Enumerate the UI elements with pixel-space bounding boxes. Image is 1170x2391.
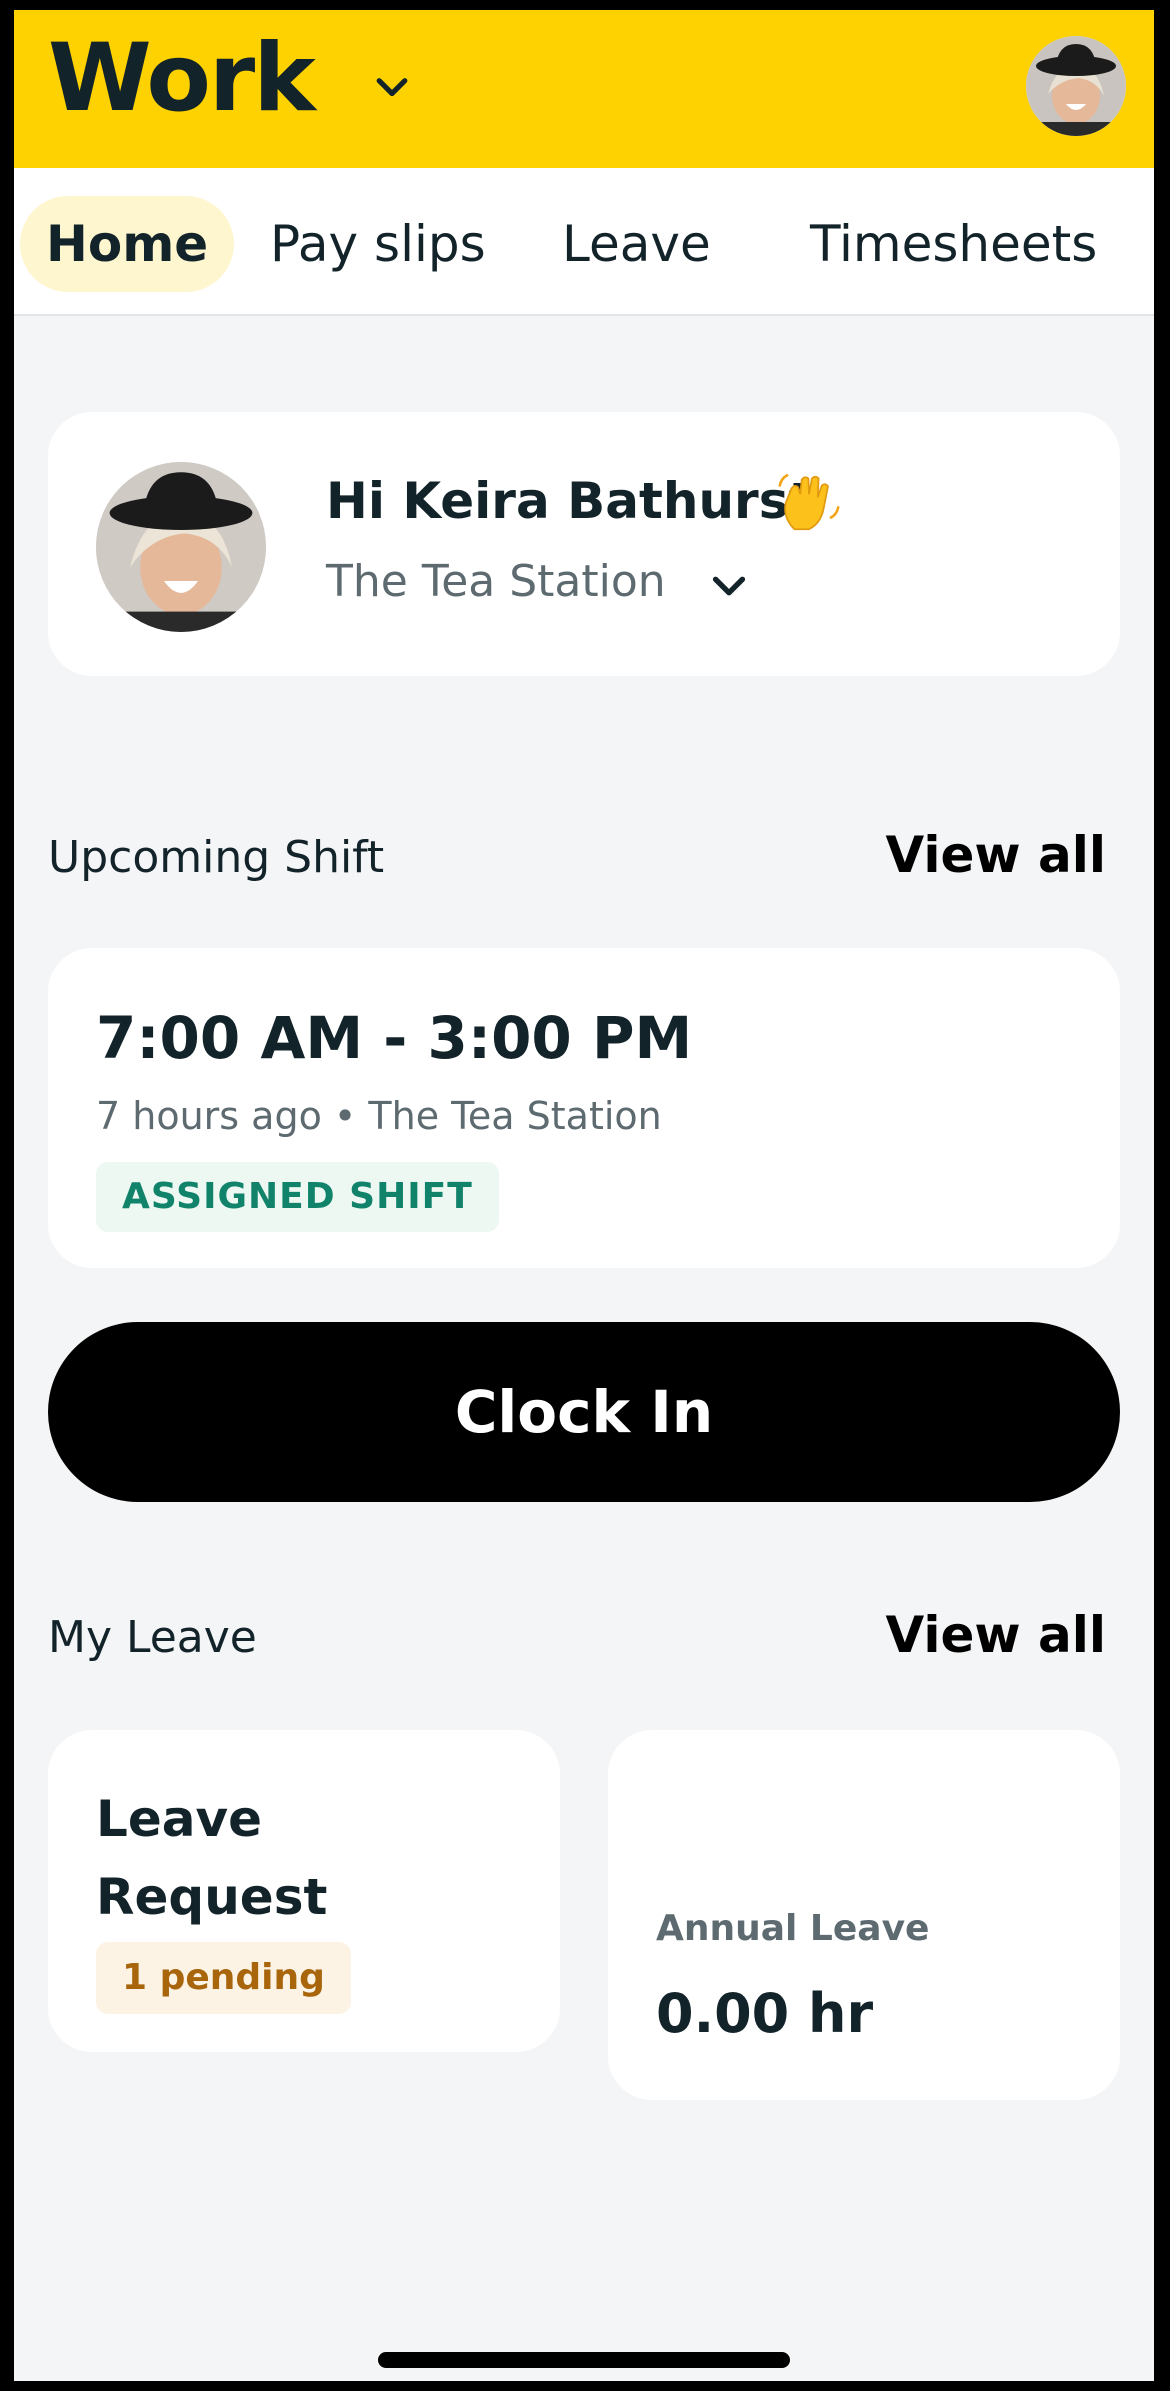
tab-timesheets[interactable]: Timesheets: [810, 196, 1097, 292]
app-header: Work: [14, 10, 1154, 168]
tab-home[interactable]: Home: [20, 196, 235, 292]
chevron-down-icon[interactable]: [370, 66, 414, 110]
annual-leave-balance: 0.00 hr: [656, 1982, 874, 2045]
my-leave-heading: My Leave: [48, 1612, 257, 1663]
leave-request-card[interactable]: Leave Request 1 pending: [48, 1730, 560, 2052]
user-photo-icon: [96, 462, 266, 632]
app-title[interactable]: Work: [48, 32, 316, 126]
tab-leave[interactable]: Leave: [562, 196, 711, 292]
user-photo-icon: [1026, 36, 1126, 136]
clock-in-button[interactable]: Clock In: [48, 1322, 1120, 1502]
tab-pay-slips[interactable]: Pay slips: [270, 196, 486, 292]
greeting-text: Hi Keira Bathurst: [326, 472, 813, 530]
shift-meta: 7 hours ago • The Tea Station: [96, 1094, 662, 1138]
shift-time-range: 7:00 AM - 3:00 PM: [96, 1004, 693, 1072]
profile-avatar[interactable]: [1026, 36, 1126, 136]
app-screen: Work Home Pay slips Leave Timesheets Hi …: [14, 10, 1154, 2381]
user-avatar: [96, 462, 266, 632]
pending-badge: 1 pending: [96, 1942, 351, 2014]
leave-request-title: Leave Request: [96, 1790, 328, 1926]
annual-leave-card[interactable]: Annual Leave 0.00 hr: [608, 1730, 1120, 2100]
venue-selector[interactable]: The Tea Station: [326, 556, 666, 607]
view-all-leave-link[interactable]: View all: [886, 1606, 1106, 1664]
annual-leave-label: Annual Leave: [656, 1908, 930, 1949]
waving-hand-icon: [778, 473, 840, 531]
home-indicator[interactable]: [378, 2352, 790, 2368]
upcoming-shift-card[interactable]: 7:00 AM - 3:00 PM 7 hours ago • The Tea …: [48, 948, 1120, 1268]
upcoming-shift-heading: Upcoming Shift: [48, 832, 385, 883]
chevron-down-icon[interactable]: [706, 564, 752, 610]
tab-bar: Home Pay slips Leave Timesheets: [14, 168, 1154, 316]
status-badge: ASSIGNED SHIFT: [96, 1162, 499, 1232]
greeting-card: Hi Keira Bathurst The Tea Station: [48, 412, 1120, 676]
view-all-shifts-link[interactable]: View all: [886, 826, 1106, 884]
